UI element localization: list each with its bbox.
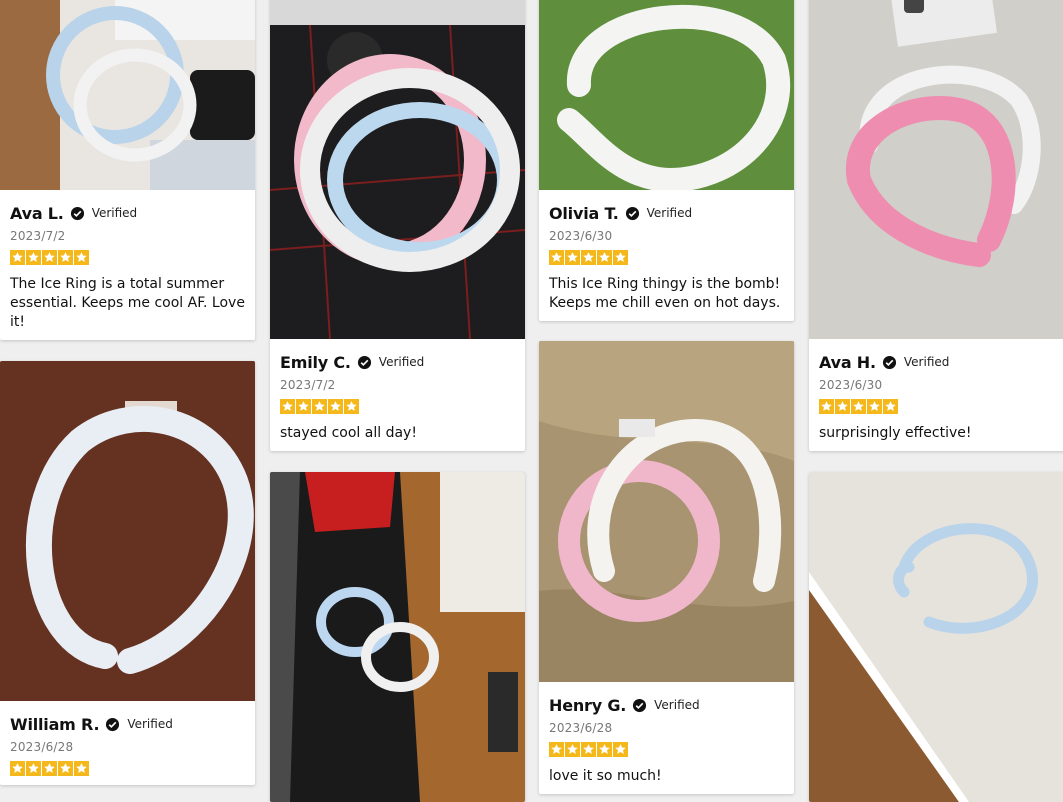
review-photo[interactable] [809, 472, 1063, 802]
reviewer-name: Ava H. [819, 352, 876, 372]
verified-check-icon [357, 355, 371, 369]
review-photo[interactable] [0, 0, 255, 190]
star-icon [851, 399, 866, 414]
review-card[interactable]: William R. Verified 2023/6/28 [0, 361, 255, 785]
reviewer-name: Henry G. [549, 695, 627, 715]
star-rating [10, 250, 245, 266]
review-date: 2023/6/28 [549, 721, 613, 735]
star-icon [10, 761, 25, 776]
star-icon [565, 742, 580, 757]
review-photo[interactable] [809, 0, 1063, 339]
review-photo[interactable] [539, 0, 794, 190]
verified-check-icon [70, 206, 84, 220]
review-date: 2023/6/30 [819, 378, 883, 392]
star-icon [565, 250, 580, 265]
star-icon [74, 250, 89, 265]
star-icon [26, 250, 41, 265]
review-text: surprisingly effective! [819, 425, 972, 441]
star-icon [296, 399, 311, 414]
star-icon [312, 399, 327, 414]
star-rating [10, 761, 245, 777]
star-icon [58, 761, 73, 776]
reviewer-name: Olivia T. [549, 203, 619, 223]
star-icon [58, 250, 73, 265]
star-icon [581, 742, 596, 757]
review-photo[interactable] [270, 0, 525, 339]
star-rating [549, 250, 784, 266]
review-photo[interactable] [539, 341, 794, 682]
star-icon [835, 399, 850, 414]
verified-label: Verified [903, 355, 950, 369]
star-rating [280, 399, 515, 415]
verified-label: Verified [646, 206, 693, 220]
star-icon [819, 399, 834, 414]
star-icon [867, 399, 882, 414]
star-icon [581, 250, 596, 265]
star-icon [10, 250, 25, 265]
star-icon [26, 761, 41, 776]
review-text: This Ice Ring thingy is the bomb! Keeps … [549, 276, 781, 311]
verified-check-icon [633, 698, 647, 712]
star-rating [549, 742, 784, 758]
review-card[interactable]: Olivia T. Verified 2023/6/30 This Ice Ri… [539, 0, 794, 321]
star-rating [819, 399, 1054, 415]
star-icon [597, 250, 612, 265]
review-date: 2023/7/2 [280, 378, 336, 392]
verified-label: Verified [127, 717, 173, 731]
star-icon [549, 250, 564, 265]
star-icon [613, 250, 628, 265]
reviewer-name: William R. [10, 714, 100, 734]
star-icon [549, 742, 564, 757]
star-icon [328, 399, 343, 414]
review-text: love it so much! [549, 768, 662, 784]
review-card[interactable]: Ava L. Verified 2023/7/2 The Ice Ring is… [0, 0, 255, 340]
star-icon [883, 399, 898, 414]
review-text: The Ice Ring is a total summer essential… [10, 276, 245, 330]
verified-label: Verified [378, 355, 425, 369]
review-card[interactable]: Ava H. Verified 2023/6/30 surprisingly e… [809, 0, 1063, 451]
star-icon [280, 399, 295, 414]
review-card[interactable]: Henry G. Verified 2023/6/28 love it so m… [539, 341, 794, 794]
reviewer-name: Ava L. [10, 203, 64, 223]
review-date: 2023/6/28 [10, 740, 74, 754]
review-photo[interactable] [270, 472, 525, 802]
star-icon [344, 399, 359, 414]
star-icon [42, 761, 57, 776]
star-icon [597, 742, 612, 757]
verified-check-icon [882, 355, 896, 369]
star-icon [613, 742, 628, 757]
star-icon [74, 761, 89, 776]
reviewer-name: Emily C. [280, 352, 351, 372]
review-card[interactable] [809, 472, 1063, 802]
review-date: 2023/6/30 [549, 229, 613, 243]
review-date: 2023/7/2 [10, 229, 66, 243]
verified-check-icon [625, 206, 639, 220]
verified-label: Verified [91, 206, 138, 220]
review-card[interactable]: Emily C. Verified 2023/7/2 stayed cool a… [270, 0, 525, 451]
verified-label: Verified [654, 698, 700, 712]
review-card[interactable] [270, 472, 525, 802]
star-icon [42, 250, 57, 265]
review-text: stayed cool all day! [280, 425, 417, 441]
verified-check-icon [106, 717, 120, 731]
review-photo[interactable] [0, 361, 255, 701]
